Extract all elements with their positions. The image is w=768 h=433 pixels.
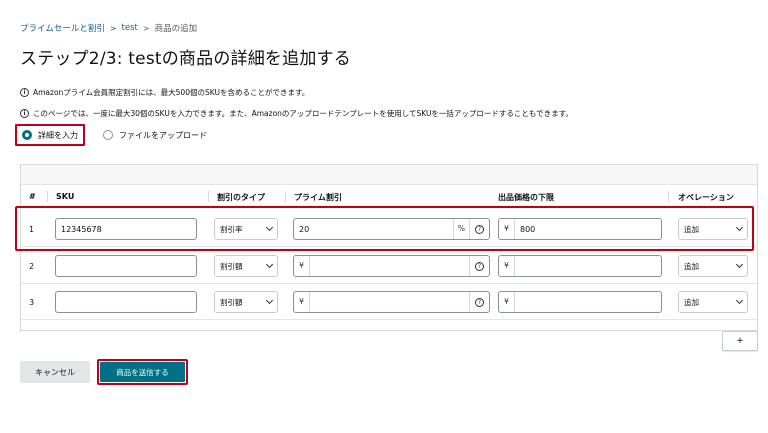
sku-value: 12345678 [61,224,102,234]
table-row: 3 割引額 ¥ ? ¥ 追加 [21,284,757,320]
header-divider [668,191,669,202]
help-icon[interactable]: ? [469,256,489,276]
info-message-bulk: i このページでは、一度に最大30個のSKUを入力できます。また、Amazonの… [20,108,573,119]
header-divider [208,191,209,202]
info-text: Amazonプライム会員限定割引には、最大500個のSKUを含めることができます… [33,88,310,97]
chevron-down-icon [735,223,744,232]
sku-input[interactable] [55,291,197,313]
table-header: # SKU 割引のタイプ プライム割引 出品価格の下限 オペレーション [21,186,757,208]
header-discount-type: 割引のタイプ [217,193,265,202]
info-text: このページでは、一度に最大30個のSKUを入力できます。また、Amazonのアッ… [33,109,573,118]
operation-select[interactable]: 追加 [678,255,748,277]
currency-prefix: ¥ [294,256,310,276]
prime-discount-input[interactable]: ¥ ? [293,291,490,313]
input-mode-radio-group: 詳細を入力 ファイルをアップロード [15,124,207,146]
chevron-down-icon [735,260,744,269]
radio-label: ファイルをアップロード [119,130,207,140]
info-icon: i [20,109,29,118]
help-icon[interactable]: ? [469,292,489,312]
chevron-down-icon [265,296,274,305]
row-number: 2 [29,262,35,271]
chevron-down-icon [265,223,274,232]
breadcrumb: プライムセールと割引 > test > 商品の追加 [20,22,197,34]
min-price-input[interactable]: ¥ [498,291,662,313]
header-prime-discount: プライム割引 [294,193,342,202]
chevron-down-icon [265,260,274,269]
min-price-input[interactable]: ¥ [498,255,662,277]
currency-prefix: ¥ [499,219,515,239]
cancel-button[interactable]: キャンセル [20,361,90,383]
discount-type-value: 割引率 [220,224,243,234]
discount-type-select[interactable]: 割引額 [214,291,278,313]
prime-discount-value: 20 [299,224,310,234]
operation-value: 追加 [684,261,699,271]
header-operation: オペレーション [678,193,734,202]
prime-discount-input[interactable]: 20 % ? [293,218,490,240]
min-price-input[interactable]: ¥ 800 [498,218,662,240]
info-message-limit: i Amazonプライム会員限定割引には、最大500個のSKUを含めることができ… [20,87,309,98]
discount-type-select[interactable]: 割引率 [214,218,278,240]
operation-value: 追加 [684,297,699,307]
radio-upload-file[interactable]: ファイルをアップロード [103,130,207,141]
header-num: # [29,192,36,201]
table-toolbar [21,165,757,185]
radio-selected-icon [22,130,32,140]
discount-type-select[interactable]: 割引額 [214,255,278,277]
help-icon[interactable]: ? [469,219,489,239]
header-divider [285,191,286,202]
row-number: 1 [29,225,35,234]
breadcrumb-item-current: 商品の追加 [154,24,198,34]
breadcrumb-item-prime-sale[interactable]: プライムセールと割引 [20,22,105,34]
currency-prefix: ¥ [294,292,310,312]
sku-input[interactable]: 12345678 [55,218,197,240]
row-number: 3 [29,298,35,307]
page-title: ステップ2/3: testの商品の詳細を追加する [20,49,351,69]
prime-discount-input[interactable]: ¥ ? [293,255,490,277]
currency-prefix: ¥ [499,256,515,276]
currency-prefix: ¥ [499,292,515,312]
operation-value: 追加 [684,224,699,234]
chevron-down-icon [735,296,744,305]
sku-input[interactable] [55,255,197,277]
header-sku: SKU [56,192,75,201]
table-row: 1 12345678 割引率 20 % ? ¥ 800 追加 [21,211,757,247]
header-min-price: 出品価格の下限 [498,193,554,202]
breadcrumb-separator: > [109,23,117,33]
min-price-value: 800 [520,224,536,234]
radio-unselected-icon [103,130,113,140]
operation-select[interactable]: 追加 [678,218,748,240]
discount-type-value: 割引額 [220,261,243,271]
radio-enter-details[interactable]: 詳細を入力 [15,124,85,146]
radio-label: 詳細を入力 [38,130,78,140]
submit-products-button[interactable]: 商品を送信する [100,362,185,382]
add-row-button[interactable]: + [722,331,758,351]
operation-select[interactable]: 追加 [678,291,748,313]
sku-table: # SKU 割引のタイプ プライム割引 出品価格の下限 オペレーション 1 12… [20,164,758,331]
breadcrumb-separator: > [142,23,150,33]
header-divider [47,191,48,202]
discount-type-value: 割引額 [220,297,243,307]
breadcrumb-item-test[interactable]: test [122,23,138,33]
table-row: 2 割引額 ¥ ? ¥ 追加 [21,248,757,284]
info-icon: i [20,88,29,97]
percent-suffix: % [453,219,469,239]
